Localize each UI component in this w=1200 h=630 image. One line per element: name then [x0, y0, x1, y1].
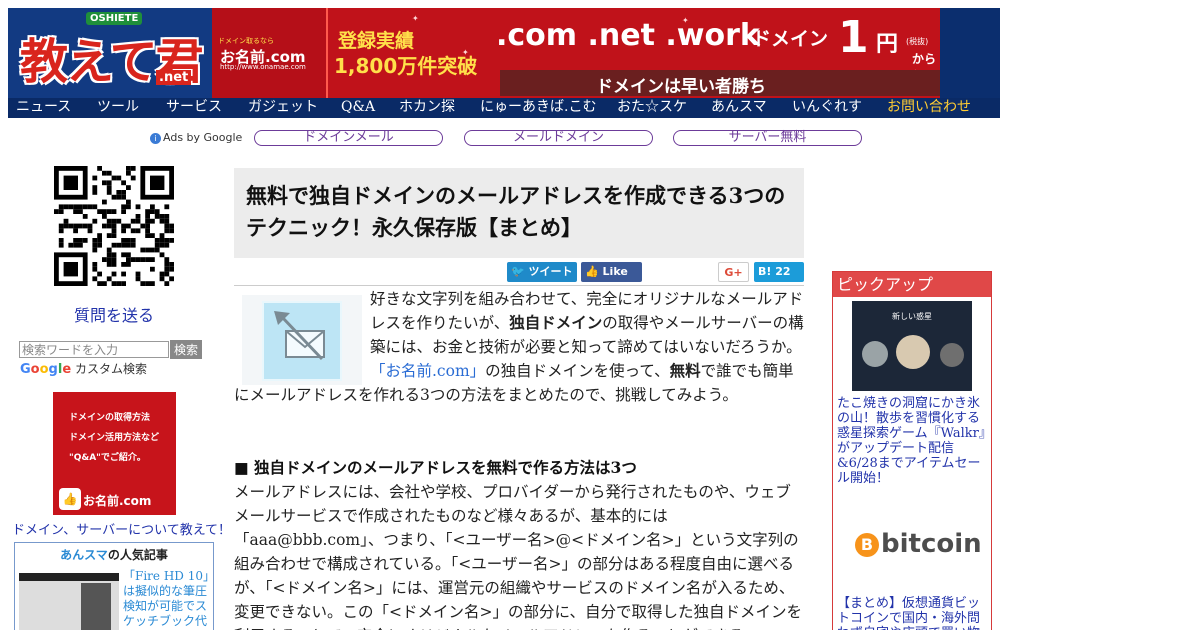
pickup-item-bitcoin[interactable]: 【まとめ】仮想通貨ビットコインで国内・海外問わず自宅や店頭で買い物をする方法: [837, 596, 989, 630]
article-title-box: 無料で独自ドメインのメールアドレスを作成できる3つのテクニック！永久保存版【まと…: [234, 168, 804, 258]
side-ad-line: "Q&A"でご紹介。: [69, 453, 146, 463]
article-body: メールアドレスには、会社や学校、プロバイダーから発行されたものや、ウェブメールサ…: [234, 483, 803, 630]
search-input[interactable]: [19, 341, 169, 358]
onamae-link[interactable]: 「お名前.com」: [370, 362, 485, 380]
hatena-count: 22: [775, 265, 791, 278]
side-ad-caption-link[interactable]: ドメイン、サーバーについて教えて！: [12, 519, 231, 538]
popular-article-link[interactable]: 「Fire HD 10」は擬似的な筆圧検知が可能でスケッチブック代わりにも: [123, 569, 211, 630]
popular-heading: あんスマの人気記事: [15, 546, 213, 563]
banner-small: ドメイン取るなら: [218, 37, 274, 45]
custom-search-text: カスタム検索: [74, 362, 147, 376]
thumbs-up-icon: 👍: [59, 488, 81, 510]
side-ad-lines: ドメインの取得方法 ドメイン活用方法など "Q&A"でご紹介。: [69, 408, 159, 468]
banner-brand-panel: ドメイン取るなら お名前.com http://www.onamae.com: [212, 8, 328, 98]
article-subheading: ■ 独自ドメインのメールアドレスを無料で作る方法は3つ: [234, 458, 637, 477]
tweet-button[interactable]: 🐦 ツイート: [507, 262, 577, 282]
site-logo[interactable]: OSHIETE 教えて君 .net: [8, 8, 212, 98]
ad-link-domain-mail[interactable]: ドメインメール: [254, 130, 443, 146]
walkr-game-image[interactable]: 新しい惑星: [852, 301, 972, 391]
banner-price: 1: [838, 12, 869, 63]
nav-item-qa[interactable]: Q&A: [341, 98, 375, 116]
nav-item-services[interactable]: サービス: [166, 98, 222, 116]
side-ad-line: ドメインの取得方法: [69, 413, 151, 423]
ad-link-mail-domain[interactable]: メールドメイン: [464, 130, 653, 146]
lead-bold-free: 無料: [669, 361, 701, 380]
ad-link-free-server[interactable]: サーバー無料: [673, 130, 862, 146]
thumbnail-bar: [19, 573, 119, 581]
pickup-title: ピックアップ: [833, 272, 991, 297]
popular-suffix: の人気記事: [107, 548, 168, 562]
thumbnail-block: [81, 583, 111, 630]
twitter-icon: 🐦: [511, 265, 525, 278]
thumbs-up-icon: 👍: [585, 265, 599, 278]
bitcoin-icon: B: [855, 533, 879, 557]
banner-tax: (税抜): [906, 37, 929, 46]
banner-price-label: ドメイン: [752, 28, 829, 50]
banner-price-unit: 円: [876, 32, 899, 57]
article-title: 無料で独自ドメインのメールアドレスを作成できる3つのテクニック！永久保存版【まと…: [246, 183, 786, 240]
info-icon: i: [150, 133, 161, 144]
side-ad-brand: お名前.com: [83, 494, 152, 508]
google-logo: Google: [20, 362, 72, 377]
site-header: OSHIETE 教えて君 .net ✦ ✦ ✦ ✦ ドメイン取るなら お名前.c…: [8, 8, 1000, 118]
sparkle-icon: ✦: [412, 14, 419, 23]
planet-icon: [940, 343, 964, 367]
lead-bold: 独自ドメイン: [509, 313, 603, 332]
google-plus-button[interactable]: G+: [718, 262, 749, 282]
share-bar: 🐦 ツイート 👍 Like 0 G+ B! 22: [234, 262, 804, 298]
nav-item-ansuma[interactable]: あんスマ: [711, 98, 767, 116]
tweet-label: ツイート: [528, 265, 573, 278]
logo-suffix: .net: [156, 70, 192, 85]
pickup-item-walkr[interactable]: たこ焼きの洞窟にかき氷の山！散歩を習慣化する惑星探索ゲーム『Walkr』がアップ…: [837, 396, 989, 486]
search-button[interactable]: 検索: [170, 340, 202, 359]
nav-item-newakiba[interactable]: にゅーあきば.こむ: [480, 98, 596, 116]
planet-icon: [896, 335, 930, 369]
banner-slogan: ドメインは早い者勝ち: [596, 77, 766, 97]
nav-item-hokantan[interactable]: ホカン探: [399, 98, 455, 116]
ads-by-google[interactable]: i Ads by Google: [150, 131, 242, 144]
ads-by-label: Ads by Google: [163, 131, 243, 144]
ads-bar: i Ads by Google ドメインメール メールドメイン サーバー無料: [0, 128, 1000, 148]
nav-item-ingress[interactable]: いんぐれす: [792, 98, 862, 116]
domain-banner-ad[interactable]: ✦ ✦ ✦ ✦ ドメイン取るなら お名前.com http://www.onam…: [212, 8, 940, 98]
popular-thumbnail[interactable]: [19, 573, 119, 630]
facebook-like-button[interactable]: 👍 Like 0: [581, 262, 642, 298]
pickup-panel: ピックアップ 新しい惑星 たこ焼きの洞窟にかき氷の山！散歩を習慣化する惑星探索ゲ…: [832, 271, 992, 630]
hatena-bookmark-button[interactable]: B! 22: [754, 262, 804, 282]
google-custom-search-label: Google カスタム検索: [20, 360, 147, 377]
bitcoin-word: bitcoin: [881, 529, 982, 559]
article-lead: 好きな文字列を組み合わせて、完全にオリジナルなメールアドレスを作りたいが、独自ド…: [234, 287, 804, 407]
banner-record-label: 登録実績: [338, 30, 415, 52]
like-label: Like: [602, 265, 628, 278]
side-domain-ad[interactable]: ドメインの取得方法 ドメイン活用方法など "Q&A"でご紹介。 👍 お名前.co…: [53, 392, 176, 515]
planet-icon: [862, 341, 888, 367]
nav-item-otasuke[interactable]: おた☆スケ: [617, 98, 687, 116]
ask-question-link[interactable]: 質問を送る: [74, 302, 154, 326]
banner-from: から: [912, 52, 937, 66]
main-nav: ニュース ツール サービス ガジェット Q&A ホカン探 にゅーあきば.こむ お…: [8, 98, 1000, 118]
banner-url: http://www.onamae.com: [220, 63, 306, 71]
nav-item-contact[interactable]: お問い合わせ: [887, 98, 971, 116]
qr-code: [54, 166, 174, 286]
popular-articles-box: あんスマの人気記事 「Fire HD 10」は擬似的な筆圧検知が可能でスケッチブ…: [14, 542, 214, 630]
nav-item-tools[interactable]: ツール: [97, 98, 139, 116]
side-ad-line: ドメイン活用方法など: [69, 433, 160, 443]
lead-text-3: の独自ドメインを使って、: [485, 362, 670, 380]
nav-item-news[interactable]: ニュース: [16, 98, 71, 116]
bitcoin-image[interactable]: B bitcoin: [855, 527, 982, 567]
banner-tlds: .com .net .work: [496, 18, 760, 53]
nav-item-gadget[interactable]: ガジェット: [248, 98, 318, 116]
banner-record-count: 1,800万件突破: [334, 54, 478, 78]
hatena-icon: B!: [758, 265, 772, 278]
popular-site[interactable]: あんスマ: [60, 548, 108, 562]
banner-slogan-strip: ドメインは早い者勝ち: [500, 70, 940, 97]
walkr-image-label: 新しい惑星: [892, 312, 932, 321]
